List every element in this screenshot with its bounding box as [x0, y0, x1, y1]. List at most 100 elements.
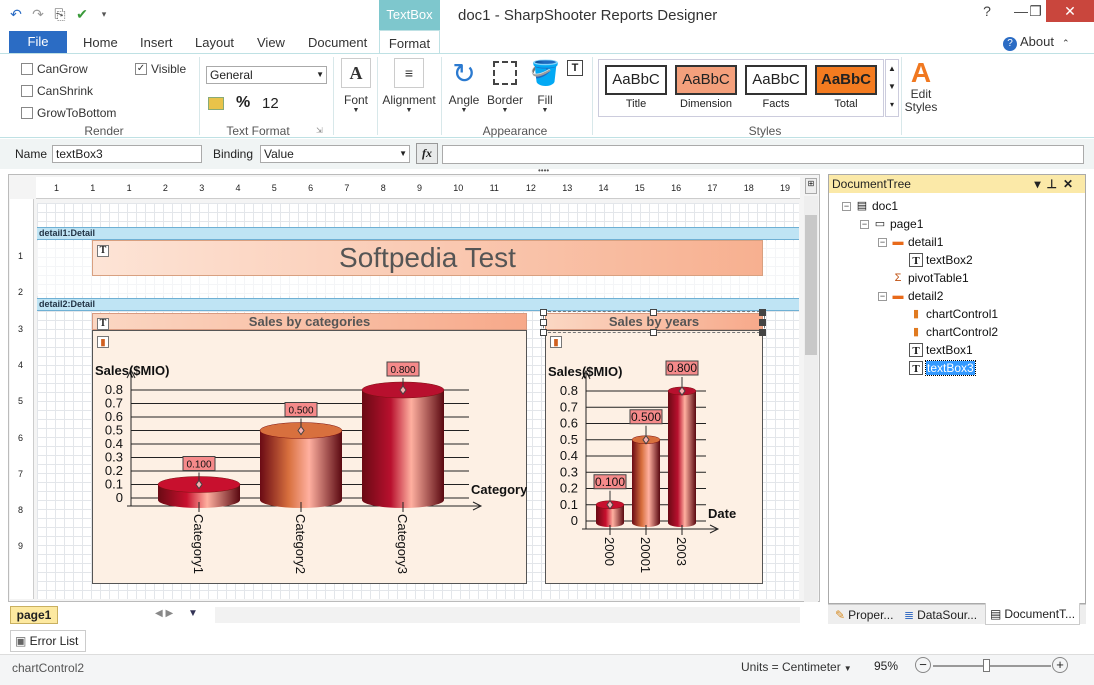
band-detail2[interactable]: detail2:Detail — [37, 298, 799, 311]
error-list-tab[interactable]: ▣ Error List — [10, 630, 86, 652]
style-total[interactable]: AaBbC Total — [815, 65, 877, 111]
x-tick-label: 2003 — [674, 537, 689, 566]
restore-button[interactable]: ❐ — [1025, 0, 1046, 22]
horizontal-scrollbar[interactable] — [215, 607, 800, 623]
style-facts[interactable]: AaBbC Facts — [745, 65, 807, 111]
ruler-tick-label: 1 — [90, 183, 96, 193]
close-button[interactable]: ✕ — [1046, 0, 1094, 22]
fill-button[interactable]: 🪣 Fill ▼ — [528, 58, 562, 115]
undo-icon[interactable]: ↶ — [8, 6, 24, 22]
visible-checkbox[interactable]: ✓ Visible — [135, 62, 186, 76]
ruler-tick-label: 6 — [18, 432, 24, 443]
tree-node[interactable]: ▬ detail2 — [891, 289, 944, 303]
edit-styles-button[interactable]: A Edit Styles — [900, 57, 942, 114]
check-document-icon[interactable]: ✔ — [74, 6, 90, 22]
collapse-toggle[interactable]: − — [842, 202, 851, 211]
redo-icon[interactable]: ↷ — [30, 6, 46, 22]
tree-node[interactable]: TtextBox2 — [909, 253, 973, 267]
percent-button[interactable]: % — [236, 94, 250, 112]
tree-node[interactable]: TtextBox1 — [909, 343, 973, 357]
resize-handle[interactable] — [650, 329, 657, 336]
tree-node[interactable]: ▮ chartControl1 — [909, 307, 998, 321]
expression-input[interactable] — [442, 145, 1084, 164]
resize-handle[interactable] — [759, 309, 766, 316]
panel-buttons[interactable]: ▾⊥✕ — [1034, 175, 1079, 193]
tab-layout[interactable]: Layout — [195, 31, 234, 53]
border-button[interactable]: Border ▼ — [485, 58, 525, 114]
zoom-out-button[interactable]: − — [915, 657, 931, 673]
resize-handle[interactable] — [540, 329, 547, 336]
tab-file[interactable]: File — [9, 31, 67, 53]
tab-format[interactable]: Format — [379, 30, 440, 55]
textbox2-title[interactable]: Softpedia Test — [92, 240, 763, 276]
align-center-icon: ≡ — [394, 58, 424, 88]
tree-node[interactable]: ΣpivotTable1 — [891, 271, 969, 285]
cangrow-checkbox[interactable]: CanGrow — [21, 62, 88, 76]
bar — [668, 391, 696, 527]
style-title[interactable]: AaBbC Title — [605, 65, 667, 111]
chevron-down-icon: ▼ — [352, 107, 360, 114]
format-combo[interactable]: General ▼ — [206, 66, 327, 84]
about-button[interactable]: ? About ⌃ — [1003, 34, 1070, 51]
name-label: Name — [15, 147, 48, 161]
page-nav-arrows[interactable]: ◀ ▶ — [155, 608, 173, 619]
fx-button[interactable]: fx — [416, 143, 438, 164]
preview-icon[interactable]: ⎘ — [52, 6, 68, 22]
angle-button[interactable]: ↻ Angle ▼ — [446, 58, 482, 115]
scrollbar-thumb[interactable] — [805, 215, 817, 355]
tree-node[interactable]: TtextBox3 — [909, 360, 976, 376]
collapse-toggle[interactable]: − — [860, 220, 869, 229]
page-list-icon[interactable]: ▼ — [188, 608, 198, 619]
page-tab[interactable]: page1 — [10, 606, 58, 624]
zoom-slider-thumb[interactable] — [983, 659, 990, 672]
customize-qat-icon[interactable]: ▾ — [96, 6, 112, 22]
number-format-button[interactable]: 12 — [262, 95, 279, 112]
y-tick-label: 0.3 — [560, 464, 578, 479]
resize-handle[interactable] — [540, 309, 547, 316]
tab-datasources[interactable]: ≣ DataSour... — [900, 604, 981, 626]
units-dropdown[interactable]: Units = Centimeter ▼ — [741, 660, 852, 674]
divider — [441, 57, 442, 135]
tab-insert[interactable]: Insert — [140, 31, 173, 53]
growtobottom-checkbox[interactable]: GrowToBottom — [21, 106, 116, 120]
text-frame-icon[interactable]: T — [567, 60, 583, 76]
tab-view[interactable]: View — [257, 31, 285, 53]
resize-handle[interactable] — [650, 309, 657, 316]
font-button[interactable]: A Font ▼ — [338, 58, 374, 114]
tab-properties[interactable]: ✎ Proper... — [831, 604, 897, 626]
alignment-button[interactable]: ≡ Alignment ▼ — [380, 58, 438, 114]
collapse-ribbon-icon[interactable]: ⌃ — [1062, 38, 1070, 48]
textbox1-chart-title[interactable]: Sales by categories — [92, 313, 527, 330]
dialog-launcher-icon[interactable]: ⇲ — [316, 126, 323, 135]
resize-handle[interactable] — [540, 319, 547, 326]
currency-format-icon[interactable] — [208, 97, 224, 110]
tree-node[interactable]: ▬ detail1 — [891, 235, 944, 249]
binding-label: Binding — [213, 147, 254, 161]
tab-home[interactable]: Home — [83, 31, 118, 53]
zoom-slider-track[interactable] — [933, 665, 1051, 667]
binding-combo[interactable]: Value ▼ — [260, 145, 410, 163]
tree-node[interactable]: ▮ chartControl2 — [909, 325, 998, 339]
info-icon: ? — [1003, 37, 1017, 51]
chevron-down-icon: ▼ — [541, 107, 549, 114]
collapse-toggle[interactable]: − — [878, 292, 887, 301]
resize-handle[interactable] — [759, 329, 766, 336]
zoom-in-button[interactable]: + — [1052, 657, 1068, 673]
y-axis-label: Sales($MIO) — [548, 364, 622, 379]
fill-label: Fill — [537, 93, 553, 107]
band-detail1[interactable]: detail1:Detail — [37, 227, 799, 240]
tree-node[interactable]: ▭ page1 — [873, 217, 924, 231]
canshrink-checkbox[interactable]: CanShrink — [21, 84, 93, 98]
tab-documenttree[interactable]: ▤ DocumentT... — [985, 603, 1081, 625]
ruler-tick-label: 2 — [18, 287, 24, 298]
chevron-down-icon: ▼ — [316, 70, 324, 79]
gallery-scroll[interactable]: ▲ ▼ ▾ — [885, 59, 899, 117]
help-icon[interactable]: ? — [970, 0, 1004, 22]
resize-handle[interactable] — [759, 319, 766, 326]
style-dimension[interactable]: AaBbC Dimension — [675, 65, 737, 111]
name-input[interactable]: textBox3 — [52, 145, 202, 163]
tree-node[interactable]: ▤ doc1 — [855, 199, 898, 213]
collapse-toggle[interactable]: − — [878, 238, 887, 247]
ruler-toggle-icon[interactable]: ⊞ — [805, 178, 817, 194]
tab-document[interactable]: Document — [308, 31, 367, 53]
